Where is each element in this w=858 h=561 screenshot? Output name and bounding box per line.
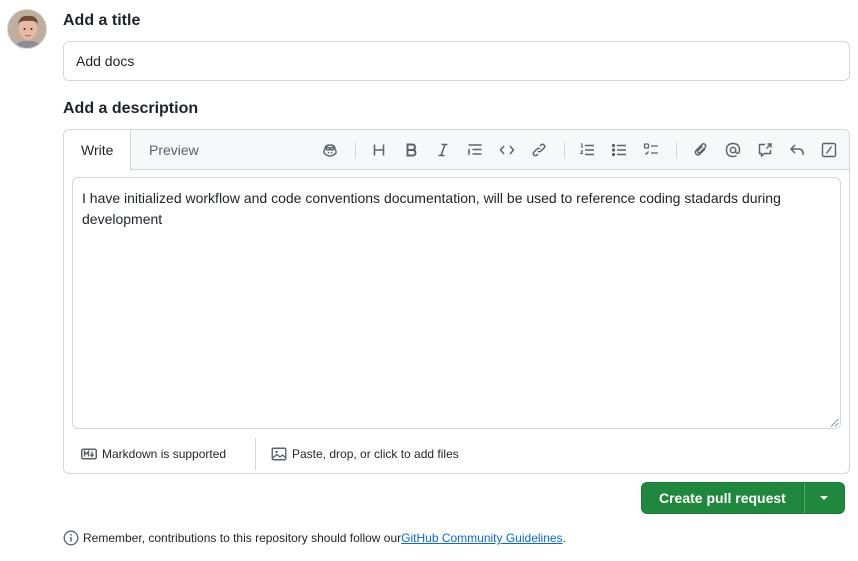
create-pull-request-button[interactable]: Create pull request [641,482,804,514]
editor-header: Write Preview [64,130,849,171]
attach-files-button[interactable]: Paste, drop, or click to add files [271,444,459,464]
footer-divider [255,438,256,470]
create-button-group: Create pull request [641,482,845,514]
avatar-image [8,10,46,48]
community-guidelines-notice: Remember, contributions to this reposito… [63,529,566,547]
notice-suffix: . [562,531,566,545]
description-textarea[interactable]: I have initialized workflow and code con… [72,177,841,429]
caret-down-icon [820,496,829,500]
description-label: Add a description [63,100,199,117]
heading-icon[interactable] [367,138,391,162]
task-list-icon[interactable] [639,138,663,162]
unordered-list-icon[interactable] [607,138,631,162]
editor-footer: Markdown is supported Paste, drop, or cl… [64,435,849,473]
code-icon[interactable] [495,138,519,162]
resize-handle-icon[interactable] [830,418,839,427]
title-input[interactable] [63,41,850,81]
markdown-icon [81,448,97,460]
mention-icon[interactable] [721,138,745,162]
cross-reference-icon[interactable] [753,138,777,162]
tab-preview[interactable]: Preview [132,130,216,170]
quote-icon[interactable] [463,138,487,162]
image-icon [271,447,287,461]
notice-prefix: Remember, contributions to this reposito… [83,531,402,545]
description-editor: Write Preview I have initialized workflo… [63,129,850,474]
description-text: I have initialized workflow and code con… [82,190,781,227]
title-label: Add a title [63,12,141,29]
slash-commands-icon[interactable] [817,138,841,162]
bold-icon[interactable] [399,138,423,162]
attach-icon[interactable] [689,138,713,162]
ordered-list-icon[interactable] [575,138,599,162]
community-guidelines-link[interactable]: GitHub Community Guidelines [401,531,562,545]
saved-replies-icon[interactable] [785,138,809,162]
link-icon[interactable] [527,138,551,162]
user-avatar[interactable] [7,9,47,49]
toolbar-divider [676,142,677,158]
toolbar-divider [564,142,565,158]
tab-write[interactable]: Write [64,130,132,171]
copilot-icon[interactable] [318,138,342,162]
create-options-dropdown[interactable] [803,482,845,514]
markdown-supported-link[interactable]: Markdown is supported [81,444,226,464]
info-icon [63,530,79,546]
markdown-supported-label: Markdown is supported [102,447,227,461]
toolbar-divider [355,142,356,158]
attach-files-label: Paste, drop, or click to add files [292,447,459,461]
italic-icon[interactable] [431,138,455,162]
